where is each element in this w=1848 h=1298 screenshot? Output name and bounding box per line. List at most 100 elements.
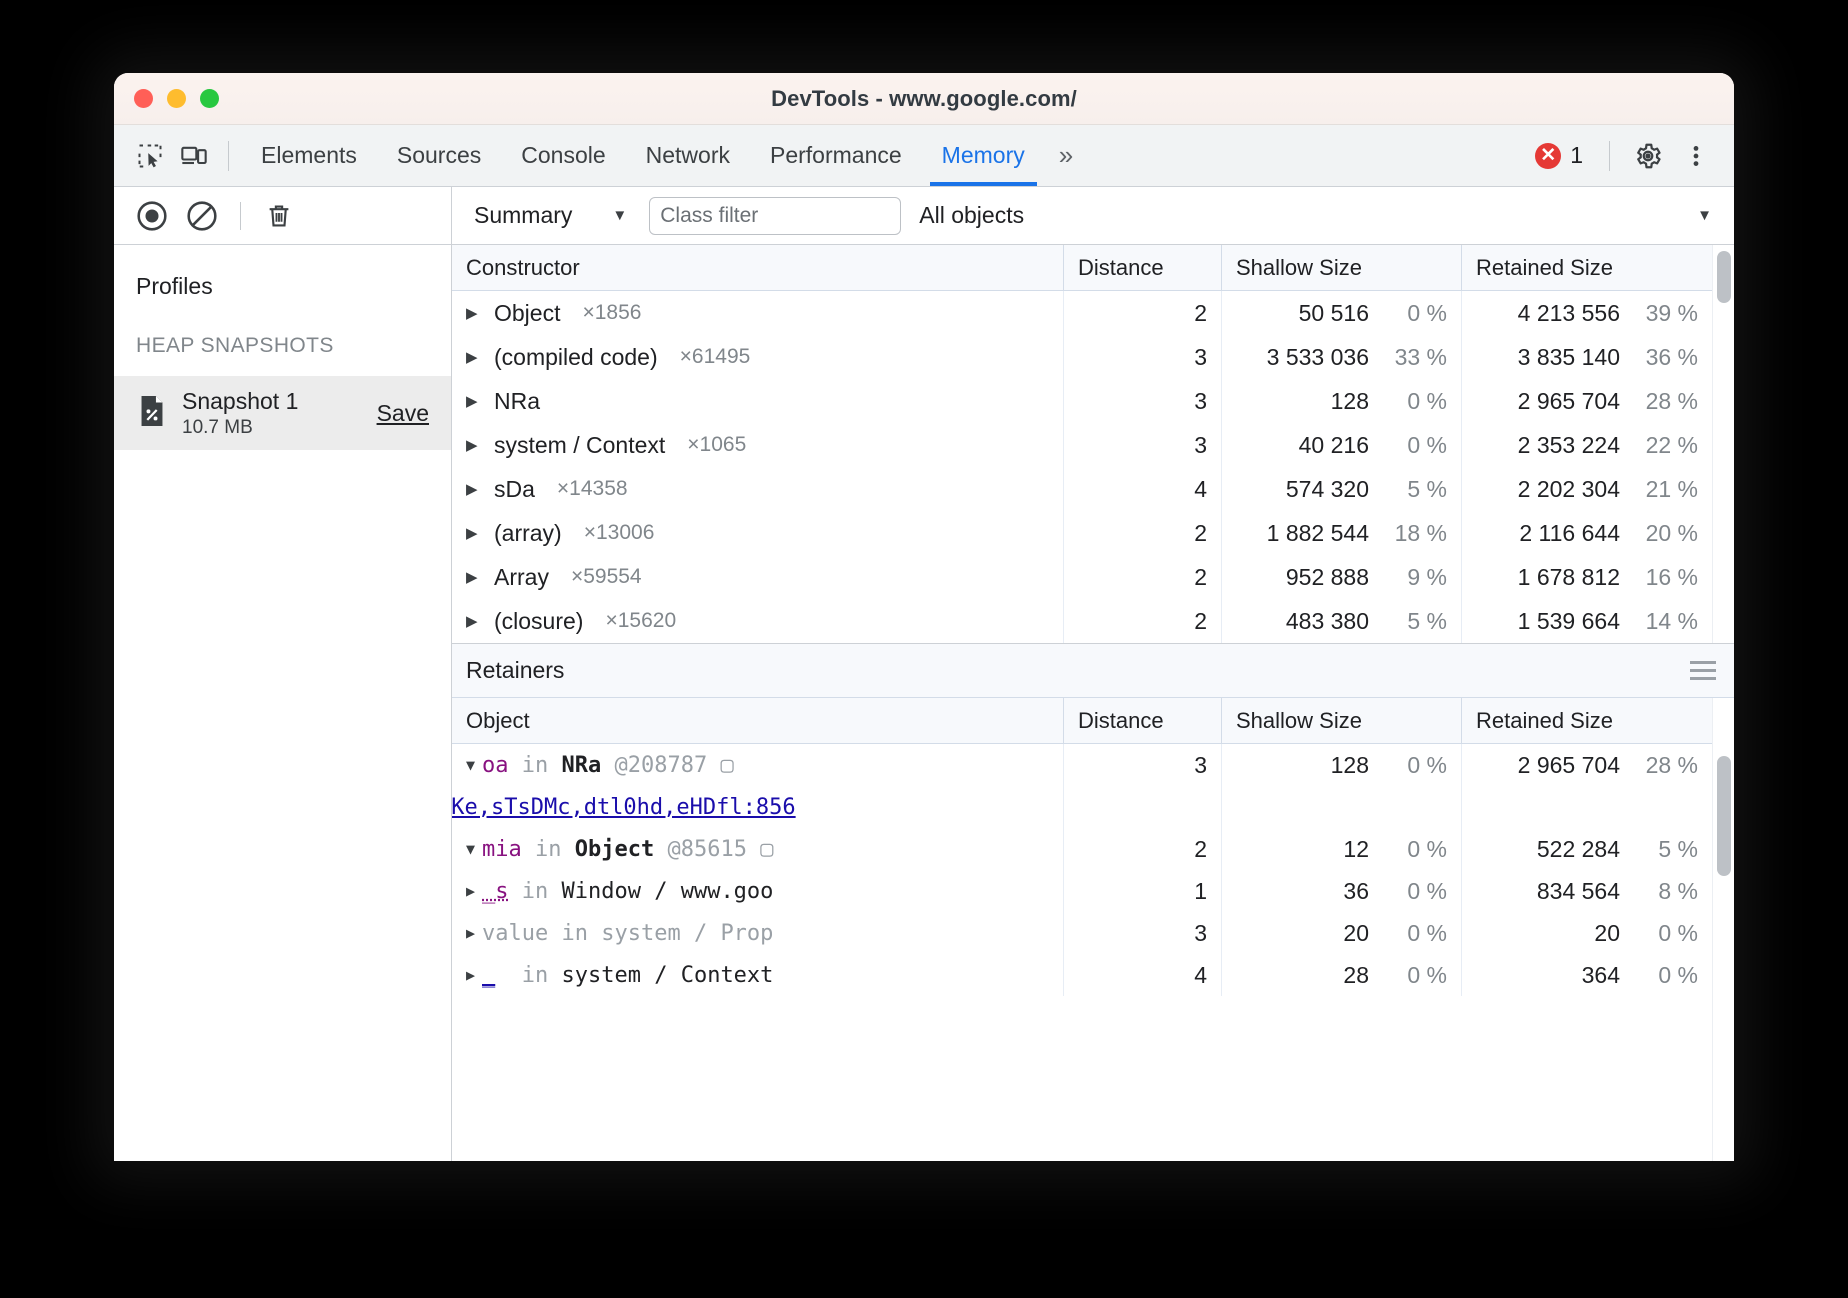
table-row[interactable]: ▶ Object ×1856 2 50 516 0 % 4 213 556 [452,291,1712,335]
shallow-size-value: 40 216 [1299,432,1369,459]
tab-performance[interactable]: Performance [750,125,922,186]
retainer-property: mia [482,837,522,862]
screenshot-root: DevTools - www.google.com/ Elements [0,0,1848,1298]
tab-sources[interactable]: Sources [377,125,501,186]
constructor-cell[interactable]: ▶ (compiled code) ×61495 [452,335,1064,379]
expand-triangle-icon[interactable]: ▶ [466,304,482,322]
expand-triangle-icon[interactable]: ▶ [466,348,482,366]
column-header-distance-retainers[interactable]: Distance [1064,698,1222,743]
expand-triangle-icon[interactable]: ▶ [466,882,482,900]
constructors-scrollbar-thumb[interactable] [1717,251,1731,303]
error-badge[interactable]: ✕ 1 [1525,142,1593,169]
retainer-object-cell[interactable]: ▼ mia in Object @85615 ▢ [452,828,1064,870]
table-row[interactable]: ▶ system / Context ×1065 3 40 216 0 % 2 … [452,423,1712,467]
column-header-retained-size-retainers[interactable]: Retained Size [1462,698,1712,743]
constructor-cell[interactable]: ▶ system / Context ×1065 [452,423,1064,467]
record-heap-snapshot-icon[interactable] [130,194,174,238]
table-row[interactable]: ▶ sDa ×14358 4 574 320 5 % 2 202 304 [452,467,1712,511]
device-toolbar-icon[interactable] [172,134,216,178]
chevron-down-icon-objects: ▼ [1697,207,1712,224]
column-header-retained-size[interactable]: Retained Size [1462,245,1712,290]
tab-elements[interactable]: Elements [241,125,377,186]
collapse-triangle-icon[interactable]: ▼ [466,840,482,858]
list-item[interactable]: ▶ _s in Window / www.goo 1 36 [452,870,1712,912]
tab-memory[interactable]: Memory [922,125,1045,186]
expand-triangle-icon[interactable]: ▶ [466,924,482,942]
retainer-object-cell[interactable]: ▶ _ in system / Context [452,954,1064,996]
list-item[interactable]: ▼ oa in NRa @208787 ▢ [452,744,1712,786]
retainers-rows: ▼ oa in NRa @208787 ▢ [452,744,1734,996]
source-link[interactable]: gKe,sTsDMc,dtl0hd,eHDfl:856 [452,795,796,820]
collapse-triangle-icon[interactable]: ▼ [466,756,482,774]
column-header-shallow-size[interactable]: Shallow Size [1222,245,1462,290]
shallow-size-percent: 5 % [1369,476,1447,503]
more-tabs-icon[interactable]: » [1045,125,1087,186]
list-item[interactable]: ▶ value in system / Prop 3 20 [452,912,1712,954]
error-icon: ✕ [1535,143,1561,169]
devtools-window: DevTools - www.google.com/ Elements [114,73,1734,1161]
list-item-source-link[interactable]: gKe,sTsDMc,dtl0hd,eHDfl:856 [452,786,1712,828]
expand-triangle-icon[interactable]: ▶ [466,480,482,498]
panel-tabs: Elements Sources Console Network Perform… [241,125,1087,186]
constructors-header-row: Constructor Distance Shallow Size Retain… [452,245,1734,291]
expand-triangle-icon[interactable]: ▶ [466,524,482,542]
constructor-cell[interactable]: ▶ NRa [452,379,1064,423]
tab-console[interactable]: Console [501,125,625,186]
heap-snapshots-section-title: HEAP SNAPSHOTS [114,300,451,358]
retainer-property: value [482,921,548,946]
three-dot-menu-icon[interactable] [1674,134,1718,178]
column-header-shallow-size-retainers[interactable]: Shallow Size [1222,698,1462,743]
retainers-scrollbar[interactable] [1712,698,1734,1161]
retainer-class: Object [575,837,654,862]
tab-network[interactable]: Network [626,125,750,186]
retainer-source-link-cell[interactable]: gKe,sTsDMc,dtl0hd,eHDfl:856 [452,786,1064,828]
retainer-keyword: in [522,879,549,904]
expand-triangle-icon[interactable]: ▶ [466,568,482,586]
view-select[interactable]: Summary ▼ [468,202,633,229]
shallow-size-percent: 0 % [1369,432,1447,459]
sidebar-item-snapshot-1[interactable]: Snapshot 1 10.7 MB Save [114,376,451,450]
expand-triangle-icon[interactable]: ▶ [466,392,482,410]
trash-icon[interactable] [257,194,301,238]
inspect-element-icon[interactable] [128,134,172,178]
column-header-constructor[interactable]: Constructor [452,245,1064,290]
expand-triangle-icon[interactable]: ▶ [466,436,482,454]
gear-icon[interactable] [1626,134,1670,178]
table-row[interactable]: ▶ (closure) ×15620 2 483 380 5 % 1 539 6… [452,599,1712,643]
snapshot-labels: Snapshot 1 10.7 MB [182,388,298,439]
column-header-distance[interactable]: Distance [1064,245,1222,290]
constructor-cell[interactable]: ▶ (closure) ×15620 [452,599,1064,643]
shallow-size-cell: 1 882 544 18 % [1222,511,1462,555]
constructors-scrollbar[interactable] [1712,245,1734,643]
retained-size-value: 3 835 140 [1518,344,1620,371]
retainer-property: _ [482,963,495,988]
retainer-object-cell[interactable]: ▶ _s in Window / www.goo [452,870,1064,912]
table-row[interactable]: ▶ (compiled code) ×61495 3 3 533 036 33 … [452,335,1712,379]
expand-triangle-icon[interactable]: ▶ [466,612,482,630]
retainer-object-cell[interactable]: ▶ value in system / Prop [452,912,1064,954]
save-snapshot-link[interactable]: Save [377,400,429,427]
table-row[interactable]: ▶ Array ×59554 2 952 888 9 % 1 678 812 [452,555,1712,599]
expand-triangle-icon[interactable]: ▶ [466,966,482,984]
constructor-cell[interactable]: ▶ (array) ×13006 [452,511,1064,555]
constructor-cell[interactable]: ▶ sDa ×14358 [452,467,1064,511]
constructor-cell[interactable]: ▶ Object ×1856 [452,291,1064,335]
hamburger-icon[interactable] [1690,661,1716,680]
shallow-size-value: 50 516 [1299,300,1369,327]
retainers-scrollbar-thumb[interactable] [1717,756,1731,876]
objects-select[interactable]: All objects ▼ [919,202,1712,229]
table-row[interactable]: ▶ NRa 3 128 0 % 2 965 704 28 [452,379,1712,423]
retainer-object-text: ▶ value in system / Prop [466,921,773,946]
shallow-size-value: 28 [1343,962,1369,989]
clear-icon[interactable] [180,194,224,238]
retained-size-cell: 3 835 140 36 % [1462,335,1712,379]
retainer-object-cell[interactable]: ▼ oa in NRa @208787 ▢ [452,744,1064,786]
constructor-cell[interactable]: ▶ Array ×59554 [452,555,1064,599]
column-header-object[interactable]: Object [452,698,1064,743]
distance-cell: 3 [1064,744,1222,786]
retained-size-cell: 834 564 8 % [1462,870,1712,912]
class-filter-input[interactable] [649,197,901,235]
table-row[interactable]: ▶ (array) ×13006 2 1 882 544 18 % 2 116 … [452,511,1712,555]
list-item[interactable]: ▶ _ in system / Context 4 28 [452,954,1712,996]
list-item[interactable]: ▼ mia in Object @85615 ▢ [452,828,1712,870]
